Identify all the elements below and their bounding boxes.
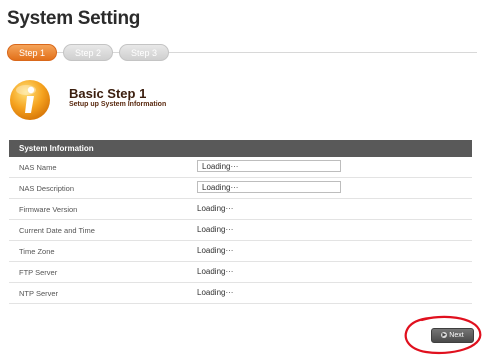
step-tabs: Step 1 Step 2 Step 3 bbox=[7, 44, 477, 62]
table-row: Firmware Version Loading··· bbox=[9, 199, 472, 220]
tab-step-1[interactable]: Step 1 bbox=[7, 44, 57, 61]
panel-header: System Information bbox=[9, 140, 472, 157]
ntp-server-label: NTP Server bbox=[19, 289, 59, 298]
system-information-panel: System Information NAS Name NAS Descript… bbox=[9, 140, 472, 304]
ftp-server-label: FTP Server bbox=[19, 268, 58, 277]
step-subheading: Setup up System Information bbox=[69, 101, 167, 108]
tab-step-2[interactable]: Step 2 bbox=[63, 44, 113, 61]
info-icon bbox=[10, 80, 50, 120]
nas-name-label: NAS Name bbox=[19, 163, 57, 172]
ntp-server-value: Loading··· bbox=[197, 288, 234, 297]
tab-step-3[interactable]: Step 3 bbox=[119, 44, 169, 61]
current-date-time-label: Current Date and Time bbox=[19, 226, 95, 235]
step-heading: Basic Step 1 bbox=[69, 86, 147, 101]
table-row: NAS Name bbox=[9, 157, 472, 178]
table-row: NAS Description bbox=[9, 178, 472, 199]
annotation-circle bbox=[404, 315, 482, 355]
table-row: FTP Server Loading··· bbox=[9, 262, 472, 283]
time-zone-label: Time Zone bbox=[19, 247, 55, 256]
page-title: System Setting bbox=[7, 8, 141, 29]
ftp-server-value: Loading··· bbox=[197, 267, 234, 276]
nas-description-field[interactable] bbox=[197, 181, 341, 193]
current-date-time-value: Loading··· bbox=[197, 225, 234, 234]
nas-description-label: NAS Description bbox=[19, 184, 75, 193]
firmware-version-label: Firmware Version bbox=[19, 205, 78, 214]
table-row: Time Zone Loading··· bbox=[9, 241, 472, 262]
table-row: Current Date and Time Loading··· bbox=[9, 220, 472, 241]
firmware-version-value: Loading··· bbox=[197, 204, 234, 213]
nas-name-field[interactable] bbox=[197, 160, 341, 172]
table-row: NTP Server Loading··· bbox=[9, 283, 472, 304]
time-zone-value: Loading··· bbox=[197, 246, 234, 255]
